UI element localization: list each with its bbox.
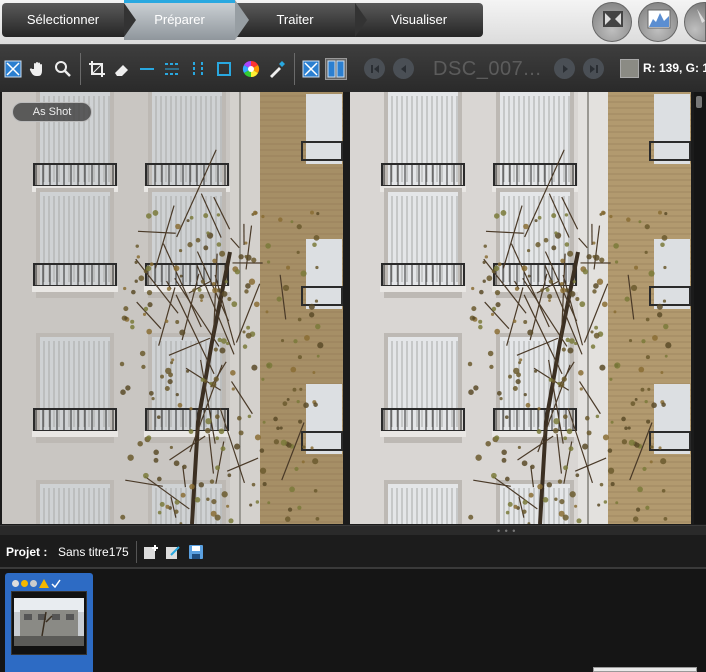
horizon-icon[interactable] bbox=[136, 58, 158, 80]
workflow-tab-bar: Sélectionner Préparer Traiter Visualiser bbox=[0, 0, 706, 44]
filmstrip bbox=[0, 569, 706, 672]
previous-image-button[interactable] bbox=[393, 58, 414, 79]
eraser-icon[interactable] bbox=[111, 58, 133, 80]
preset-badge[interactable]: As Shot bbox=[12, 102, 92, 122]
save-project-button[interactable] bbox=[188, 544, 204, 560]
color-wheel-icon[interactable] bbox=[240, 58, 262, 80]
project-label: Projet : bbox=[6, 545, 48, 559]
fit-height-icon[interactable] bbox=[187, 58, 209, 80]
sampled-color-swatch bbox=[620, 59, 639, 78]
tab-label: Préparer bbox=[154, 12, 205, 27]
split-view-icon[interactable] bbox=[325, 58, 347, 80]
add-images-button[interactable] bbox=[143, 544, 159, 560]
single-view-icon[interactable] bbox=[300, 58, 322, 80]
photo-before[interactable] bbox=[2, 92, 343, 524]
status-dot-icon bbox=[12, 580, 19, 587]
tab-label: Visualiser bbox=[390, 12, 448, 27]
edit-toolbar: DSC_007... R: 139, G: 1 bbox=[0, 44, 706, 92]
first-image-button[interactable] bbox=[364, 58, 385, 79]
fit-width-icon[interactable] bbox=[161, 58, 183, 80]
status-dot-icon bbox=[30, 580, 37, 587]
last-image-button[interactable] bbox=[583, 58, 604, 79]
scrollbar-thumb[interactable] bbox=[696, 96, 702, 108]
tab-label: Sélectionner bbox=[26, 12, 100, 27]
toolbar-separator bbox=[80, 53, 81, 85]
compare-icon[interactable] bbox=[2, 58, 24, 80]
viewer-scrollbar[interactable] bbox=[694, 92, 706, 524]
project-bar: Projet : Sans titre175 bbox=[0, 535, 706, 569]
tab-traiter[interactable]: Traiter bbox=[235, 3, 367, 37]
warning-icon bbox=[39, 579, 49, 588]
image-thumbnail[interactable] bbox=[11, 591, 87, 655]
zoom-panel-edge bbox=[593, 667, 697, 672]
fit-frame-icon[interactable] bbox=[213, 58, 235, 80]
status-dot-icon bbox=[21, 580, 28, 587]
tab-preparer[interactable]: Préparer bbox=[124, 0, 249, 40]
tab-label: Traiter bbox=[276, 12, 314, 27]
hand-icon[interactable] bbox=[27, 58, 49, 80]
image-filename: DSC_007... bbox=[433, 58, 542, 80]
edit-project-button[interactable] bbox=[165, 544, 181, 560]
film-thumbnail-item[interactable] bbox=[5, 573, 93, 672]
project-name: Sans titre175 bbox=[58, 545, 129, 559]
histogram-icon[interactable] bbox=[638, 2, 678, 42]
tab-selectionner[interactable]: Sélectionner bbox=[2, 3, 136, 37]
workspace-icon[interactable] bbox=[592, 2, 632, 42]
next-image-button[interactable] bbox=[554, 58, 575, 79]
panel-splitter[interactable]: • • • bbox=[0, 525, 706, 536]
zoom-icon[interactable] bbox=[52, 58, 74, 80]
image-viewer[interactable]: As Shot bbox=[0, 92, 706, 525]
photo-after[interactable] bbox=[350, 92, 691, 524]
toolbar-separator bbox=[294, 53, 295, 85]
project-separator bbox=[136, 541, 137, 563]
eyedropper-icon[interactable] bbox=[266, 58, 288, 80]
rgb-readout: R: 139, G: 1 bbox=[643, 61, 706, 75]
top-tools bbox=[592, 2, 706, 42]
checkmark-icon bbox=[51, 579, 61, 588]
crop-icon[interactable] bbox=[86, 58, 108, 80]
thumbnail-badges bbox=[12, 579, 61, 588]
brush-icon[interactable] bbox=[684, 2, 706, 42]
tab-visualiser[interactable]: Visualiser bbox=[355, 3, 483, 37]
